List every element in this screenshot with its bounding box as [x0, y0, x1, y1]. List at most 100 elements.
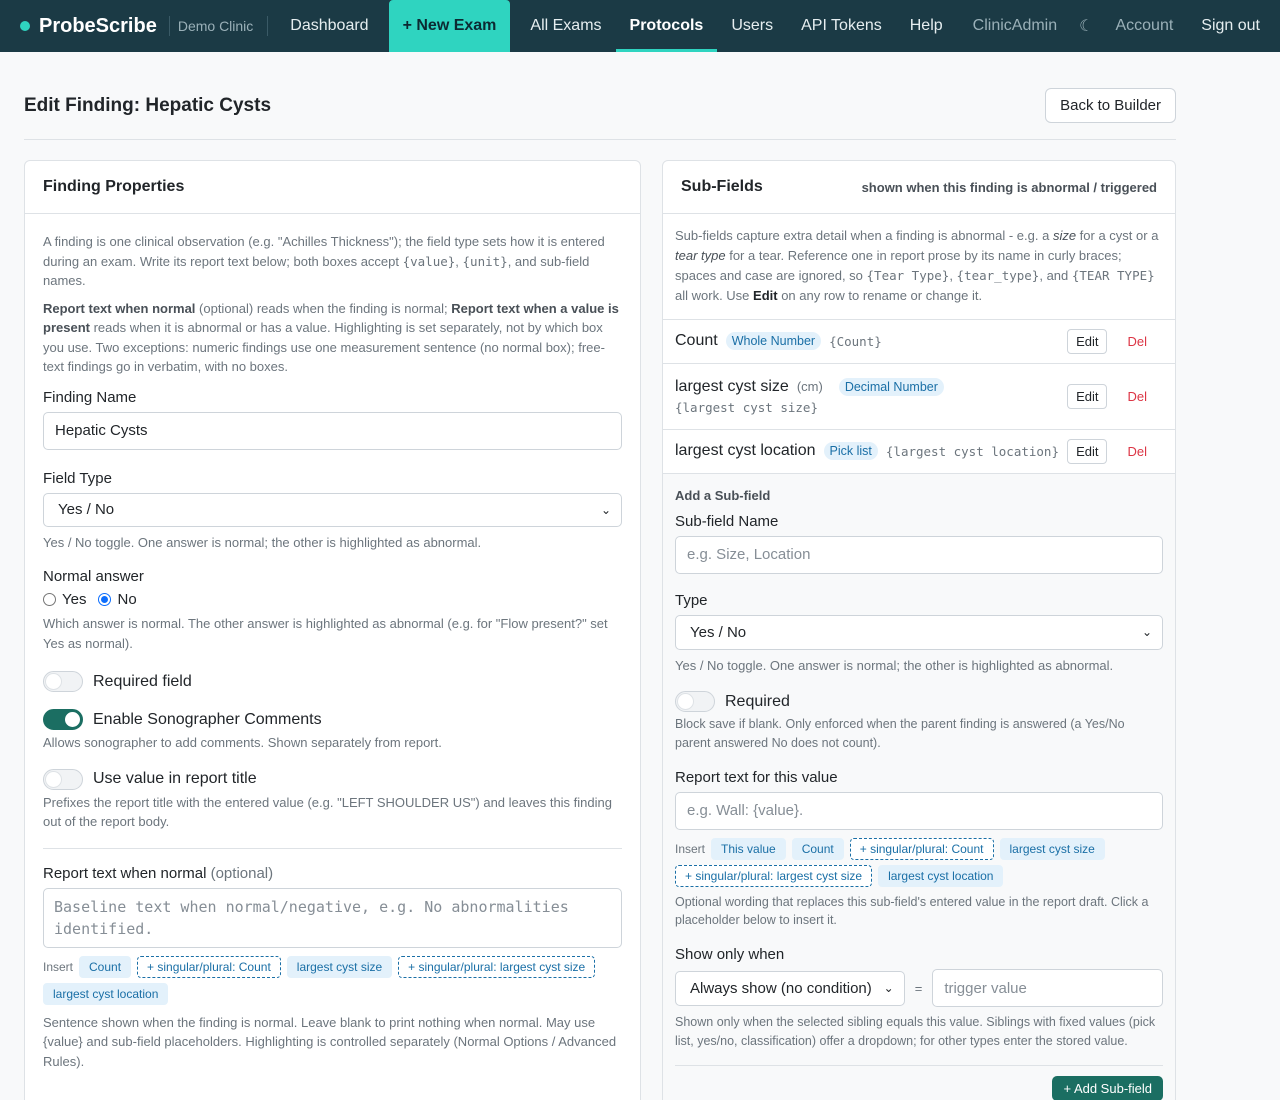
sub-field-type-help: Yes / No toggle. One answer is normal; t…: [675, 657, 1114, 673]
normal-text-label: Report text when normal (optional): [43, 864, 274, 882]
sub-field-unit: (cm): [796, 379, 823, 395]
show-when-label: Show only when: [675, 946, 785, 964]
show-when-row: Always show (no condition) ⌄ = trigger v…: [675, 969, 1163, 1008]
sub-field-type-select[interactable]: Yes / No ⌄: [675, 614, 1163, 650]
chevron-down-icon: ⌄: [1141, 625, 1152, 640]
insert-chip-largest-cyst-size[interactable]: largest cyst size: [286, 955, 393, 978]
delete-sub-field-button[interactable]: Del: [1127, 334, 1147, 349]
nav-protocols[interactable]: Protocols: [615, 0, 718, 52]
dark-mode-moon-icon[interactable]: ☾: [1071, 0, 1101, 52]
sub-field-name: largest cyst location: [675, 442, 816, 460]
sub-fields-card: Sub-Fields shown when this finding is ab…: [662, 160, 1176, 1100]
sub-field-type-badge: Decimal Number: [838, 377, 944, 396]
card-header: Finding Properties: [25, 161, 640, 214]
finding-name-input[interactable]: Hepatic Cysts: [43, 411, 622, 450]
sub-field-row: Count Whole Number {Count} Edit Del: [663, 320, 1175, 364]
nav-help[interactable]: Help: [896, 0, 957, 52]
insert-chip-plural-largest-cyst-size[interactable]: + singular/plural: largest cyst size: [398, 955, 596, 978]
insert-chip-count[interactable]: Count: [79, 955, 132, 978]
page-content: Edit Finding: Hepatic Cysts Back to Buil…: [0, 52, 1200, 1100]
brand[interactable]: ProbeScribe: [20, 0, 157, 52]
sub-fields-intro: Sub-fields capture extra detail when a f…: [663, 214, 1175, 320]
sub-field-placeholder: {largest cyst location}: [885, 443, 1059, 459]
insert-chip-largest-cyst-location[interactable]: largest cyst location: [43, 982, 169, 1005]
chevron-down-icon: ⌄: [600, 502, 611, 517]
finding-properties-card: Finding Properties A finding is one clin…: [24, 160, 641, 1100]
required-field-row: Required field: [43, 671, 622, 693]
normal-answer-label: Normal answer: [43, 568, 144, 586]
nav-all-exams[interactable]: All Exams: [516, 0, 615, 52]
required-field-label: Required field: [93, 672, 192, 690]
radio-no[interactable]: [98, 593, 112, 607]
sub-field-name-label: Sub-field Name: [675, 512, 779, 530]
sub-field-type-badge: Whole Number: [725, 332, 822, 351]
sub-field-placeholder: {largest cyst size}: [675, 399, 818, 415]
clinic-name: Demo Clinic: [168, 16, 269, 36]
sub-field-required-toggle[interactable]: [675, 691, 715, 713]
finding-name-label: Finding Name: [43, 388, 137, 406]
field-type-select[interactable]: Yes / No ⌄: [43, 492, 622, 527]
brand-name: ProbeScribe: [39, 14, 157, 37]
insert-chip-plural-count[interactable]: + singular/plural: Count: [137, 955, 281, 978]
back-to-builder-button[interactable]: Back to Builder: [1045, 88, 1176, 123]
insert-chip-plural-count[interactable]: + singular/plural: Count: [849, 837, 994, 860]
trigger-value-input[interactable]: trigger value: [932, 969, 1163, 1008]
sub-field-row: largest cyst location Pick list {largest…: [663, 430, 1175, 474]
show-when-help: Shown only when the selected sibling equ…: [675, 1015, 1156, 1048]
nav-users[interactable]: Users: [717, 0, 787, 52]
title-value-row: Use value in report title: [43, 768, 622, 790]
nav-clinic-admin[interactable]: ClinicAdmin: [959, 0, 1071, 52]
sub-field-required-help: Block save if blank. Only enforced when …: [675, 717, 1125, 750]
delete-sub-field-button[interactable]: Del: [1127, 389, 1147, 404]
insert-label: Insert: [43, 959, 74, 974]
brand-logo-icon: [20, 21, 30, 31]
nav-sign-out[interactable]: Sign out: [1187, 0, 1280, 52]
normal-text-textarea[interactable]: Baseline text when normal/negative, e.g.…: [43, 887, 622, 948]
sub-field-type-badge: Pick list: [823, 442, 878, 461]
nav-account[interactable]: Account: [1101, 0, 1187, 52]
sub-field-type-label: Type: [675, 591, 708, 609]
show-when-value: Always show (no condition): [690, 979, 872, 997]
sub-field-name-input[interactable]: e.g. Size, Location: [675, 535, 1163, 574]
nav-api-tokens[interactable]: API Tokens: [787, 0, 896, 52]
nav-dashboard[interactable]: Dashboard: [276, 0, 382, 52]
intro-paragraph-1: A finding is one clinical observation (e…: [43, 234, 605, 289]
comments-row: Enable Sonographer Comments: [43, 709, 622, 731]
sub-field-required-row: Required: [675, 691, 1163, 713]
required-field-toggle[interactable]: [43, 671, 83, 693]
edit-sub-field-button[interactable]: Edit: [1067, 383, 1108, 409]
edit-sub-field-button[interactable]: Edit: [1067, 438, 1108, 464]
report-text-insert-row: Insert This value Count + singular/plura…: [675, 837, 1163, 887]
field-type-label: Field Type: [43, 469, 112, 487]
insert-chip-largest-cyst-size[interactable]: largest cyst size: [999, 837, 1105, 860]
edit-sub-field-button[interactable]: Edit: [1067, 328, 1108, 354]
comments-help: Allows sonographer to add comments. Show…: [43, 735, 442, 751]
radio-no-label: No: [117, 591, 137, 609]
insert-chip-count[interactable]: Count: [791, 837, 844, 860]
add-sub-field-button[interactable]: + Add Sub-field: [1052, 1075, 1163, 1100]
show-when-select[interactable]: Always show (no condition) ⌄: [675, 970, 905, 1006]
field-type-help: Yes / No toggle. One answer is normal; t…: [43, 534, 482, 550]
radio-yes[interactable]: [43, 593, 56, 607]
normal-text-help: Sentence shown when the finding is norma…: [43, 1014, 617, 1069]
add-sub-field-form: Add a Sub-field Sub-field Name e.g. Size…: [663, 473, 1175, 1100]
insert-chip-this-value[interactable]: This value: [711, 837, 786, 860]
card-title: Finding Properties: [43, 178, 185, 195]
delete-sub-field-button[interactable]: Del: [1127, 444, 1147, 459]
insert-chip-largest-cyst-location[interactable]: largest cyst location: [878, 864, 1004, 887]
add-sub-field-title: Add a Sub-field: [675, 487, 771, 503]
sub-field-row: largest cyst size (cm) Decimal Number {l…: [663, 364, 1175, 430]
insert-chip-plural-largest-cyst-size[interactable]: + singular/plural: largest cyst size: [675, 864, 873, 887]
top-navbar: ProbeScribe Demo Clinic Dashboard + New …: [0, 0, 1280, 52]
divider: [43, 847, 622, 849]
normal-text-insert-row: Insert Count + singular/plural: Count la…: [43, 955, 622, 1005]
sub-field-name: Count: [675, 332, 718, 350]
nav-new-exam-button[interactable]: + New Exam: [388, 0, 511, 52]
report-text-input[interactable]: e.g. Wall: {value}.: [675, 791, 1163, 830]
field-type-value: Yes / No: [58, 501, 115, 519]
use-value-in-title-toggle[interactable]: [43, 768, 83, 790]
page-header: Edit Finding: Hepatic Cysts Back to Buil…: [24, 88, 1176, 140]
sonographer-comments-toggle[interactable]: [43, 709, 83, 731]
normal-answer-radios: Yes No: [43, 591, 622, 608]
sub-field-placeholder: {Count}: [829, 333, 882, 349]
